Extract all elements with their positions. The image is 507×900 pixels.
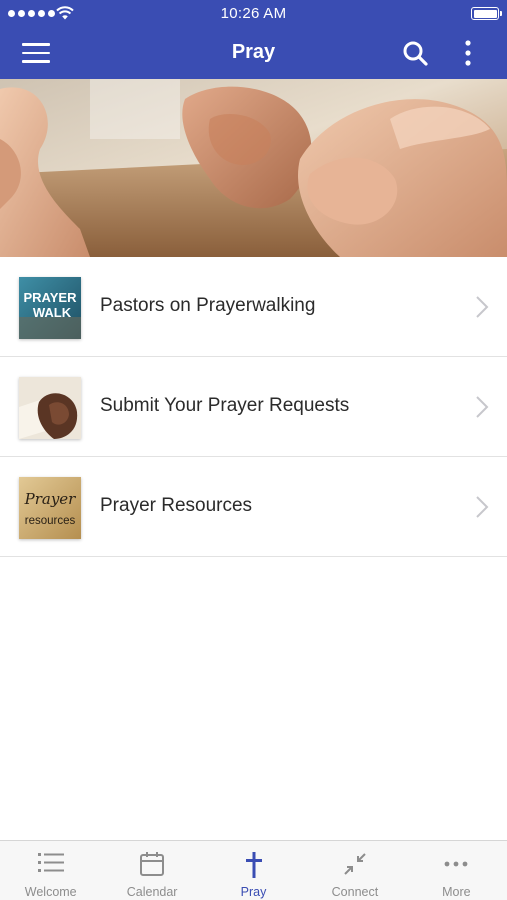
list-item-pastors-on-prayerwalking[interactable]: PRAYER WALK Pastors on Prayerwalking xyxy=(0,257,507,357)
nav-bar: Pray xyxy=(0,28,507,79)
hamburger-menu-icon[interactable] xyxy=(22,38,56,68)
tab-label: More xyxy=(442,885,471,899)
tab-label: Calendar xyxy=(126,885,178,899)
prayer-request-thumbnail xyxy=(19,377,81,439)
status-bar: 10:26 AM xyxy=(0,0,507,28)
prayer-list: PRAYER WALK Pastors on Prayerwalking Sub… xyxy=(0,257,507,557)
search-icon[interactable] xyxy=(400,38,430,68)
cross-icon xyxy=(245,852,262,878)
battery-icon xyxy=(471,7,502,20)
thumb-text-line1: PRAYER xyxy=(24,290,78,305)
more-dots-icon xyxy=(444,861,468,867)
page-title: Pray xyxy=(231,41,276,63)
top-bar: 10:26 AM Pray xyxy=(0,0,507,79)
thumb-text-line2: WALK xyxy=(33,305,72,320)
thumb-text-line2: resources xyxy=(25,515,76,527)
prayer-resources-thumbnail: Prayer resources xyxy=(19,477,81,539)
tab-welcome[interactable]: Welcome xyxy=(0,841,101,900)
list-icon xyxy=(37,853,64,872)
chevron-right-icon xyxy=(476,396,489,418)
chevron-right-icon xyxy=(476,496,489,518)
chevron-right-icon xyxy=(476,296,489,318)
list-item-label: Prayer Resources xyxy=(100,495,253,516)
list-item-label: Submit Your Prayer Requests xyxy=(100,395,350,416)
praying-hands-image xyxy=(0,79,507,257)
tab-label: Connect xyxy=(331,885,379,899)
list-item-prayer-resources[interactable]: Prayer resources Prayer Resources xyxy=(0,457,507,557)
list-item-label: Pastors on Prayerwalking xyxy=(100,295,316,316)
calendar-icon xyxy=(140,852,165,876)
status-time: 10:26 AM xyxy=(220,5,287,22)
tab-label: Welcome xyxy=(24,885,77,899)
tab-more[interactable]: More xyxy=(406,841,507,900)
thumb-text-line1: Prayer xyxy=(24,490,77,508)
tab-pray[interactable]: Pray xyxy=(203,841,304,900)
more-vertical-icon[interactable] xyxy=(458,38,478,70)
hero-image xyxy=(0,79,507,257)
prayer-walk-thumbnail: PRAYER WALK xyxy=(19,277,81,339)
tab-calendar[interactable]: Calendar xyxy=(101,841,202,900)
tab-label: Pray xyxy=(240,885,267,899)
tab-connect[interactable]: Connect xyxy=(304,841,405,900)
list-item-submit-prayer-requests[interactable]: Submit Your Prayer Requests xyxy=(0,357,507,457)
app-screen: 10:26 AM Pray PRAYER WALK Pastors on Pra… xyxy=(0,0,507,900)
connect-icon xyxy=(344,853,366,875)
tab-bar: Welcome Calendar Pray Connect More xyxy=(0,840,507,900)
